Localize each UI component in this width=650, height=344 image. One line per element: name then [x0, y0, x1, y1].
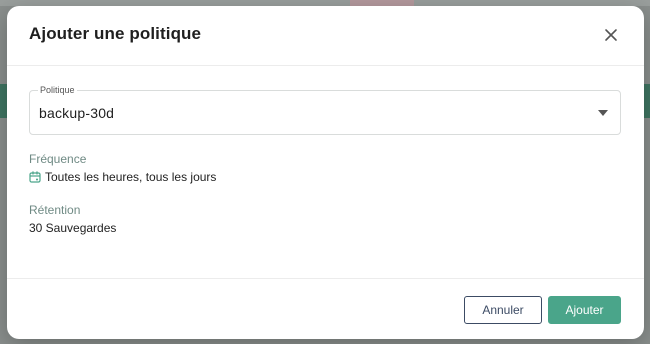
retention-value: 30 Sauvegardes [29, 221, 117, 235]
frequency-label: Fréquence [29, 152, 87, 166]
dialog-footer: Annuler Ajouter [7, 278, 644, 339]
policy-select[interactable]: Politique backup-30d [29, 85, 621, 135]
policy-select-value: backup-30d [39, 105, 115, 121]
frequency-value: Toutes les heures, tous les jours [45, 170, 217, 184]
policy-select-label: Politique [38, 85, 77, 95]
frequency-value-row: Toutes les heures, tous les jours [29, 170, 216, 184]
add-button[interactable]: Ajouter [548, 296, 621, 324]
add-policy-dialog: Ajouter une politique Politique backup-3… [7, 6, 644, 339]
dialog-title: Ajouter une politique [29, 24, 202, 43]
chevron-down-icon [598, 110, 608, 116]
close-button[interactable] [602, 26, 620, 44]
cancel-button[interactable]: Annuler [464, 296, 542, 324]
retention-value-row: 30 Sauvegardes [29, 221, 116, 235]
calendar-icon [29, 171, 41, 183]
dialog-header: Ajouter une politique [7, 6, 644, 66]
retention-label: Rétention [29, 203, 81, 217]
close-icon [605, 29, 617, 41]
